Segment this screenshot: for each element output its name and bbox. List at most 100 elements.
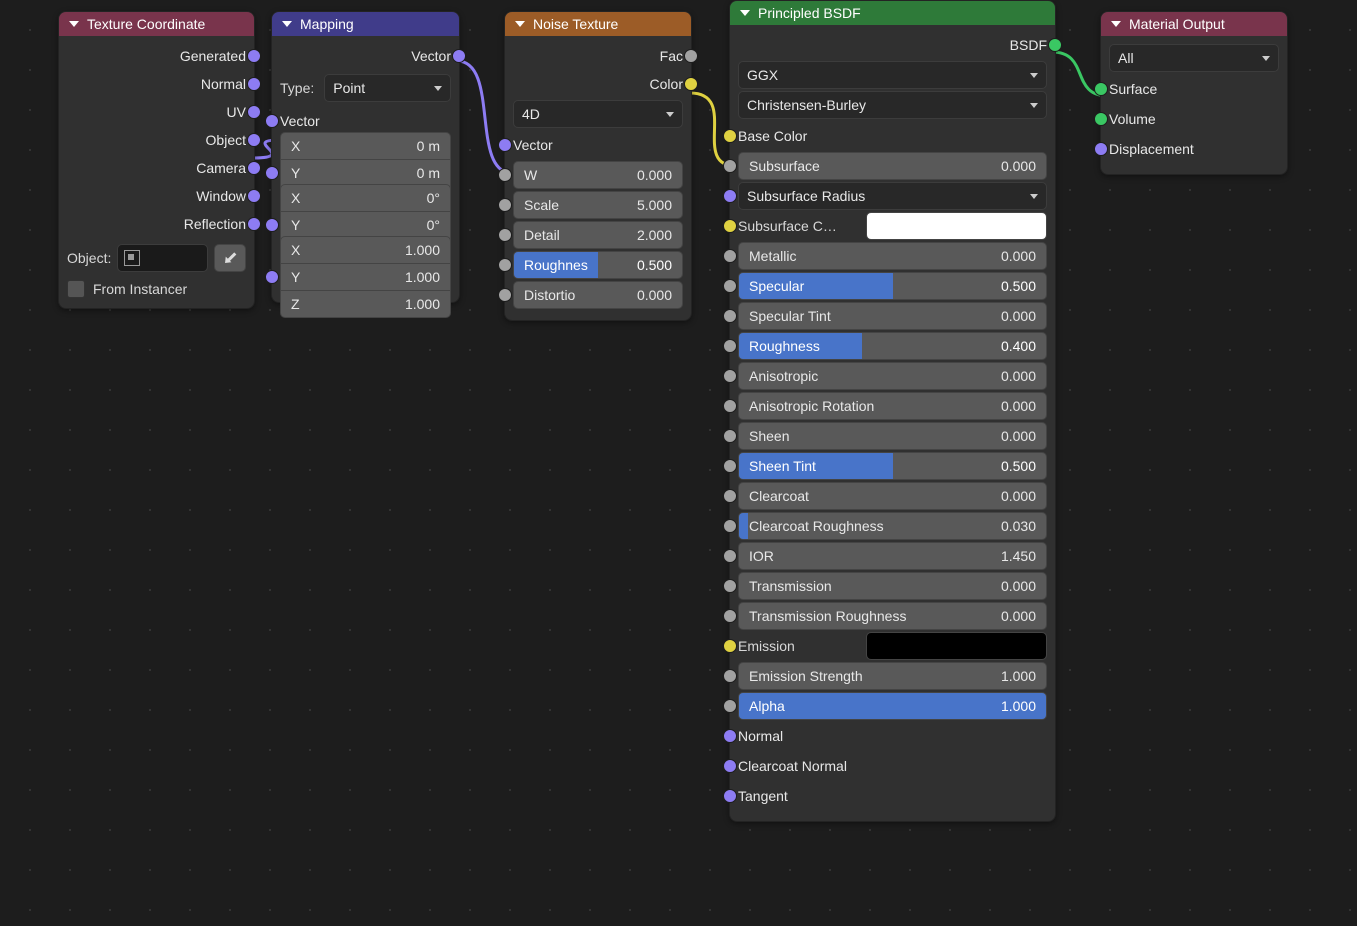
socket-specular-in[interactable]: [723, 279, 737, 293]
socket-sheen-in[interactable]: [723, 429, 737, 443]
socket-reflection-out[interactable]: [247, 217, 261, 231]
sss-method-dropdown[interactable]: Christensen-Burley: [738, 91, 1047, 119]
socket-window-out[interactable]: [247, 189, 261, 203]
ssradius-dropdown[interactable]: Subsurface Radius: [738, 182, 1047, 210]
socket-metallic-in[interactable]: [723, 249, 737, 263]
target-dropdown[interactable]: All: [1109, 44, 1279, 72]
emission-swatch[interactable]: [866, 632, 1047, 660]
location-y[interactable]: Y0 m: [280, 160, 451, 187]
socket-sheentint-in[interactable]: [723, 459, 737, 473]
socket-fac-out[interactable]: [684, 49, 698, 63]
node-header[interactable]: Texture Coordinate: [59, 12, 254, 36]
ccrough-slider[interactable]: Clearcoat Roughness0.030: [738, 512, 1047, 540]
socket-sscolor-in[interactable]: [723, 219, 737, 233]
socket-generated-out[interactable]: [247, 49, 261, 63]
detail-slider[interactable]: Detail2.000: [513, 221, 683, 249]
node-material-output[interactable]: Material Output All Surface Volume Displ…: [1100, 11, 1288, 175]
distribution-dropdown[interactable]: GGX: [738, 61, 1047, 89]
subsurface-slider[interactable]: Subsurface0.000: [738, 152, 1047, 180]
socket-clearcoat-in[interactable]: [723, 489, 737, 503]
socket-aniso-in[interactable]: [723, 369, 737, 383]
socket-surface-in[interactable]: [1094, 82, 1108, 96]
socket-vector-in[interactable]: [498, 138, 512, 152]
object-label: Object:: [67, 250, 111, 266]
socket-transrough-in[interactable]: [723, 609, 737, 623]
node-header[interactable]: Noise Texture: [505, 12, 691, 36]
sheentint-slider[interactable]: Sheen Tint0.500: [738, 452, 1047, 480]
socket-alpha-in[interactable]: [723, 699, 737, 713]
node-header[interactable]: Material Output: [1101, 12, 1287, 36]
socket-distortion-in[interactable]: [498, 288, 512, 302]
emstr-slider[interactable]: Emission Strength1.000: [738, 662, 1047, 690]
scale-slider[interactable]: Scale5.000: [513, 191, 683, 219]
socket-ccnormal-in[interactable]: [723, 759, 737, 773]
socket-emission-in[interactable]: [723, 639, 737, 653]
sheen-slider[interactable]: Sheen0.000: [738, 422, 1047, 450]
ior-slider[interactable]: IOR1.450: [738, 542, 1047, 570]
anisorot-slider[interactable]: Anisotropic Rotation0.000: [738, 392, 1047, 420]
location-x[interactable]: X0 m: [280, 132, 451, 160]
object-dropdown[interactable]: [117, 244, 208, 272]
clearcoat-slider[interactable]: Clearcoat0.000: [738, 482, 1047, 510]
socket-anisorot-in[interactable]: [723, 399, 737, 413]
socket-volume-in[interactable]: [1094, 112, 1108, 126]
node-header[interactable]: Mapping: [272, 12, 459, 36]
socket-object-out[interactable]: [247, 133, 261, 147]
spectint-slider[interactable]: Specular Tint0.000: [738, 302, 1047, 330]
chevron-down-icon: [1262, 56, 1270, 61]
rotation-y[interactable]: Y0°: [280, 212, 451, 239]
type-dropdown[interactable]: Point: [324, 74, 451, 102]
socket-normal-out[interactable]: [247, 77, 261, 91]
socket-ior-in[interactable]: [723, 549, 737, 563]
socket-scale-in[interactable]: [498, 198, 512, 212]
eyedropper-button[interactable]: [214, 244, 246, 272]
socket-uv-out[interactable]: [247, 105, 261, 119]
socket-vector-in[interactable]: [265, 114, 279, 128]
socket-emstr-in[interactable]: [723, 669, 737, 683]
socket-detail-in[interactable]: [498, 228, 512, 242]
node-mapping[interactable]: Mapping Vector Type: Point Vector Locati…: [271, 11, 460, 303]
socket-camera-out[interactable]: [247, 161, 261, 175]
node-principled-bsdf[interactable]: Principled BSDF BSDF GGX Christensen-Bur…: [729, 0, 1056, 822]
roughness-slider[interactable]: Roughness0.400: [738, 332, 1047, 360]
socket-ccrough-in[interactable]: [723, 519, 737, 533]
scale-x[interactable]: X1.000: [280, 236, 451, 264]
socket-subsurface-in[interactable]: [723, 159, 737, 173]
eyedropper-icon: [220, 248, 240, 268]
socket-bsdf-out[interactable]: [1048, 38, 1062, 52]
metallic-slider[interactable]: Metallic0.000: [738, 242, 1047, 270]
sscolor-swatch[interactable]: [866, 212, 1047, 240]
from-instancer-checkbox[interactable]: From Instancer: [67, 280, 246, 298]
node-noise-texture[interactable]: Noise Texture Fac Color 4D Vector W0.000…: [504, 11, 692, 321]
scale-z[interactable]: Z1.000: [280, 291, 451, 318]
dimensions-dropdown[interactable]: 4D: [513, 100, 683, 128]
socket-scale-in[interactable]: [265, 270, 279, 284]
socket-w-in[interactable]: [498, 168, 512, 182]
socket-rotation-in[interactable]: [265, 218, 279, 232]
socket-roughness-in[interactable]: [723, 339, 737, 353]
trans-slider[interactable]: Transmission0.000: [738, 572, 1047, 600]
alpha-slider[interactable]: Alpha1.000: [738, 692, 1047, 720]
socket-spectint-in[interactable]: [723, 309, 737, 323]
socket-roughness-in[interactable]: [498, 258, 512, 272]
socket-basecolor-in[interactable]: [723, 129, 737, 143]
transrough-slider[interactable]: Transmission Roughness0.000: [738, 602, 1047, 630]
node-header[interactable]: Principled BSDF: [730, 1, 1055, 25]
socket-tangent-in[interactable]: [723, 789, 737, 803]
chevron-down-icon: [1111, 21, 1121, 27]
specular-slider[interactable]: Specular0.500: [738, 272, 1047, 300]
node-texture-coordinate[interactable]: Texture Coordinate Generated Normal UV O…: [58, 11, 255, 309]
socket-disp-in[interactable]: [1094, 142, 1108, 156]
socket-color-out[interactable]: [684, 77, 698, 91]
socket-trans-in[interactable]: [723, 579, 737, 593]
rotation-x[interactable]: X0°: [280, 184, 451, 212]
socket-normal-in[interactable]: [723, 729, 737, 743]
roughness-slider[interactable]: Roughnes0.500: [513, 251, 683, 279]
socket-location-in[interactable]: [265, 166, 279, 180]
aniso-slider[interactable]: Anisotropic0.000: [738, 362, 1047, 390]
socket-vector-out[interactable]: [452, 49, 466, 63]
socket-ssradius-in[interactable]: [723, 189, 737, 203]
scale-y[interactable]: Y1.000: [280, 264, 451, 291]
distortion-slider[interactable]: Distortio0.000: [513, 281, 683, 309]
w-slider[interactable]: W0.000: [513, 161, 683, 189]
